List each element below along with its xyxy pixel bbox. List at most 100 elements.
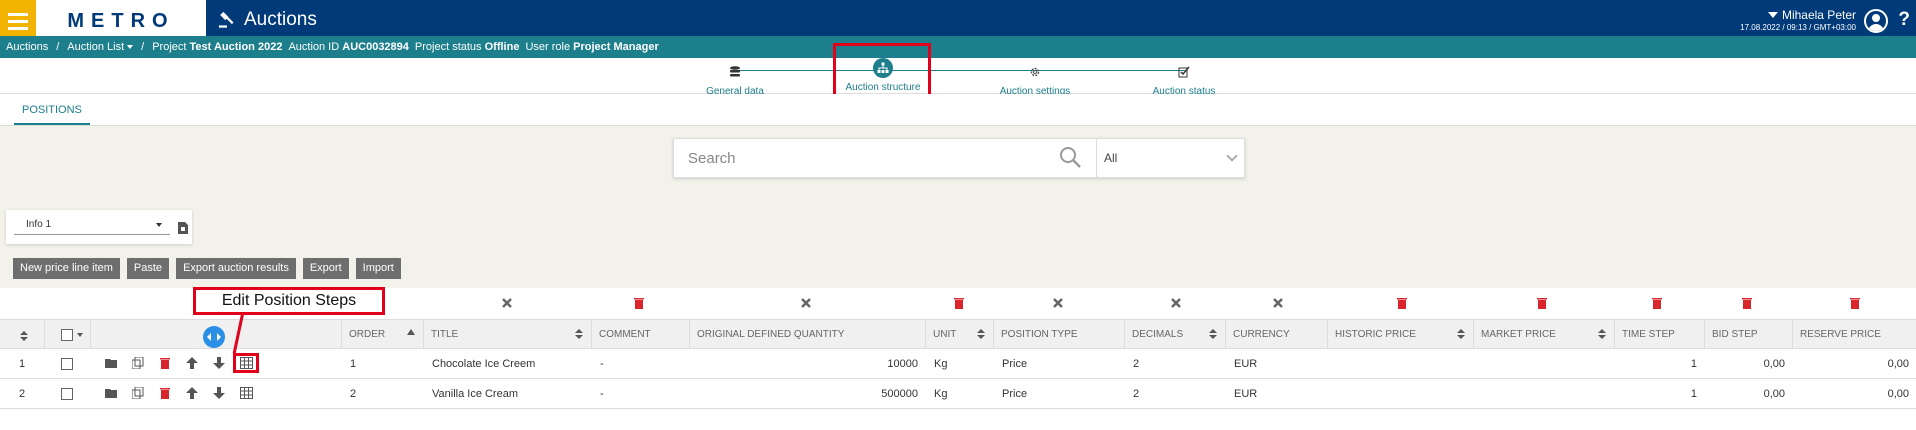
sort-icon bbox=[977, 329, 985, 339]
arrow-down-icon[interactable] bbox=[213, 387, 225, 402]
step-general-data[interactable]: General data bbox=[700, 62, 770, 97]
close-icon[interactable] bbox=[800, 297, 812, 312]
close-icon[interactable] bbox=[1170, 297, 1182, 312]
search-icon[interactable] bbox=[1058, 145, 1082, 172]
info-card: Info 1 bbox=[6, 210, 192, 244]
column-historic-price[interactable]: HISTORIC PRICE bbox=[1327, 320, 1473, 348]
import-button[interactable]: Import bbox=[355, 258, 401, 279]
column-market-price[interactable]: MARKET PRICE bbox=[1473, 320, 1614, 348]
caret-down-icon bbox=[156, 223, 162, 227]
dropdown-caret-icon bbox=[127, 45, 134, 50]
expand-columns-icon[interactable] bbox=[203, 326, 225, 348]
app-title: Auctions bbox=[218, 9, 317, 31]
grid-table-icon[interactable] bbox=[240, 387, 253, 402]
checklist-icon bbox=[1174, 62, 1194, 82]
save-file-icon[interactable] bbox=[178, 222, 188, 237]
help-icon[interactable]: ? bbox=[1898, 9, 1910, 31]
wizard-stepper bbox=[0, 58, 1916, 94]
trash-icon[interactable] bbox=[1397, 297, 1407, 312]
column-order[interactable]: ORDER bbox=[341, 320, 423, 348]
cell-quantity: 10000 bbox=[887, 358, 918, 370]
close-icon[interactable] bbox=[501, 297, 513, 312]
select-all-checkbox[interactable] bbox=[61, 329, 73, 341]
cell-time-step: 1 bbox=[1690, 358, 1697, 370]
breadcrumb-auction-list[interactable]: Auction List bbox=[67, 41, 134, 53]
trash-icon[interactable] bbox=[634, 297, 644, 312]
user-menu[interactable]: Mihaela Peter 17.08.2022 / 09:13 / GMT+0… bbox=[1740, 8, 1856, 32]
folder-add-icon[interactable] bbox=[105, 387, 117, 401]
column-currency[interactable]: CURRENCY bbox=[1225, 320, 1327, 348]
info-select[interactable]: Info 1 bbox=[14, 217, 170, 235]
user-avatar-icon[interactable] bbox=[1864, 9, 1888, 33]
copy-icon[interactable] bbox=[131, 386, 144, 402]
row-actions-header bbox=[90, 320, 341, 348]
callout-highlight-box bbox=[233, 353, 259, 373]
cell-decimals: 2 bbox=[1133, 388, 1140, 400]
trash-icon[interactable] bbox=[160, 357, 170, 372]
export-auction-results-button[interactable]: Export auction results bbox=[176, 258, 296, 279]
cell-comment: - bbox=[600, 388, 604, 400]
table-row[interactable]: 2 2 Vanilla Ice Cream - 500000 Kg Price … bbox=[0, 379, 1916, 409]
column-reserve-price[interactable]: RESERVE PRICE bbox=[1792, 320, 1916, 348]
filter-select[interactable]: All bbox=[1096, 139, 1244, 177]
breadcrumb-auctions[interactable]: Auctions bbox=[6, 41, 48, 53]
folder-add-icon[interactable] bbox=[105, 357, 117, 371]
select-all-header[interactable] bbox=[44, 320, 90, 348]
cell-reserve-price: 0,00 bbox=[1887, 358, 1909, 370]
table-header: ORDER TITLE COMMENT ORIGINAL DEFINED QUA… bbox=[0, 319, 1916, 349]
column-unit[interactable]: UNIT bbox=[925, 320, 993, 348]
copy-icon[interactable] bbox=[131, 356, 144, 372]
step-auction-status[interactable]: Auction status bbox=[1147, 62, 1221, 97]
close-icon[interactable] bbox=[1052, 297, 1064, 312]
arrow-down-icon[interactable] bbox=[213, 357, 225, 372]
sort-icon bbox=[1457, 329, 1465, 339]
column-bid-step[interactable]: BID STEP bbox=[1704, 320, 1792, 348]
export-button[interactable]: Export bbox=[302, 258, 349, 279]
step-auction-settings[interactable]: Auction settings bbox=[995, 62, 1075, 97]
trash-icon[interactable] bbox=[1742, 297, 1752, 312]
stepper-line bbox=[735, 70, 1185, 71]
trash-icon[interactable] bbox=[1537, 297, 1547, 312]
cell-title: Vanilla Ice Cream bbox=[432, 388, 518, 400]
trash-icon[interactable] bbox=[1652, 297, 1662, 312]
trash-icon[interactable] bbox=[160, 387, 170, 402]
column-time-step[interactable]: TIME STEP bbox=[1614, 320, 1704, 348]
column-comment[interactable]: COMMENT bbox=[591, 320, 689, 348]
sort-icon bbox=[20, 331, 28, 341]
user-time: 17.08.2022 / 09:13 / GMT+03:00 bbox=[1740, 23, 1856, 32]
edit-position-steps-callout: Edit Position Steps bbox=[193, 287, 385, 315]
trash-icon[interactable] bbox=[954, 297, 964, 312]
cell-unit: Kg bbox=[934, 388, 948, 400]
sort-icon bbox=[1598, 329, 1606, 339]
cell-title: Chocolate Ice Creem bbox=[432, 358, 536, 370]
caret-down-icon bbox=[1767, 12, 1778, 18]
tab-positions[interactable]: POSITIONS bbox=[14, 94, 90, 125]
tab-bar: POSITIONS bbox=[0, 94, 1916, 126]
close-icon[interactable] bbox=[1272, 297, 1284, 312]
column-decimals[interactable]: DECIMALS bbox=[1124, 320, 1225, 348]
database-icon bbox=[725, 62, 745, 82]
cell-bid-step: 0,00 bbox=[1763, 358, 1785, 370]
new-price-line-item-button[interactable]: New price line item bbox=[13, 258, 120, 279]
action-buttons: New price line item Paste Export auction… bbox=[13, 258, 401, 279]
column-original-defined-quantity[interactable]: ORIGINAL DEFINED QUANTITY bbox=[689, 320, 925, 348]
column-title[interactable]: TITLE bbox=[423, 320, 591, 348]
arrow-up-icon[interactable] bbox=[186, 387, 198, 402]
table-row[interactable]: 1 1 Chocolate Ice Creem - 10000 Kg Price… bbox=[0, 349, 1916, 379]
column-position-type[interactable]: POSITION TYPE bbox=[993, 320, 1124, 348]
trash-icon[interactable] bbox=[1850, 297, 1860, 312]
user-name: Mihaela Peter bbox=[1781, 8, 1856, 22]
cell-order: 1 bbox=[350, 358, 357, 370]
paste-button[interactable]: Paste bbox=[126, 258, 170, 279]
sort-icon bbox=[1209, 329, 1217, 339]
auction-id-info: Auction ID AUC0032894 bbox=[288, 41, 409, 53]
project-status-info: Project status Offline bbox=[414, 41, 520, 53]
row-number: 1 bbox=[19, 358, 26, 370]
row-sort-header[interactable] bbox=[0, 320, 44, 348]
cell-currency: EUR bbox=[1234, 358, 1258, 370]
row-checkbox[interactable] bbox=[61, 358, 73, 370]
sort-icon bbox=[575, 329, 583, 339]
row-checkbox[interactable] bbox=[61, 388, 73, 400]
search-input[interactable] bbox=[674, 139, 1094, 177]
arrow-up-icon[interactable] bbox=[186, 357, 198, 372]
